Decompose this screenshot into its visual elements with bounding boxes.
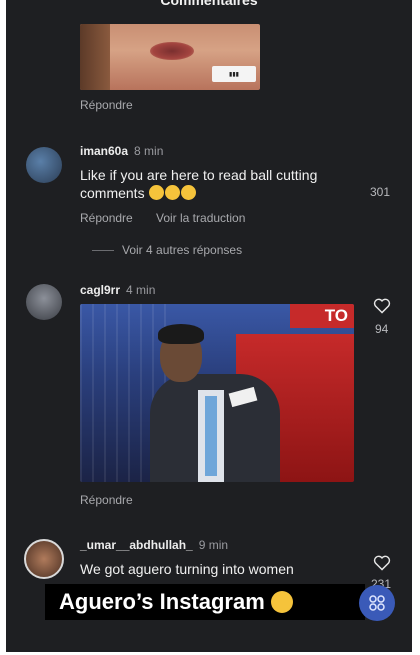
avatar[interactable] [24, 539, 64, 579]
media-lips [150, 42, 194, 60]
person-hair [158, 324, 204, 344]
comment-username[interactable]: iman60a 8 min [80, 144, 163, 158]
sheet-title: Commentaires [160, 0, 258, 8]
person-tie [205, 396, 217, 476]
reply-button[interactable]: Répondre [80, 211, 133, 225]
comment-time: 8 min [134, 144, 164, 158]
comment-media-gif[interactable]: TO [80, 304, 354, 482]
avatar[interactable] [26, 284, 62, 320]
media-watermark-logo: ▮▮▮ [212, 66, 256, 82]
grid-menu-button[interactable] [359, 585, 395, 621]
tv-logo: TO [290, 304, 354, 328]
avatar[interactable] [26, 147, 62, 183]
media-hair [80, 24, 110, 90]
comment-text-body: Like if you are here to read ball cuttin… [80, 167, 318, 201]
heart-icon[interactable] [373, 555, 391, 571]
comment-media-image[interactable]: ▮▮▮ [80, 24, 260, 90]
comment-username[interactable]: cagl9rr 4 min [80, 283, 155, 297]
comment-text: Like if you are here to read ball cuttin… [80, 166, 360, 202]
username-text: _umar__abdhullah_ [80, 538, 193, 552]
username-text: iman60a [80, 144, 129, 158]
comment-text: We got aguero turning into women [80, 561, 294, 577]
comment-time: 4 min [126, 283, 156, 297]
username-text: cagl9rr [80, 283, 121, 297]
like-count: 94 [375, 322, 389, 336]
reply-button[interactable]: Répondre [80, 98, 133, 112]
comment-username[interactable]: _umar__abdhullah_ 9 min [80, 538, 228, 552]
heart-icon[interactable] [373, 298, 391, 314]
see-translation-link[interactable]: Voir la traduction [156, 211, 245, 225]
comment-time: 9 min [198, 538, 229, 552]
video-caption-overlay: Aguero’s Instagram [45, 584, 365, 620]
grid-icon [369, 595, 385, 611]
reply-button[interactable]: Répondre [80, 493, 133, 507]
emoji-icon [165, 185, 181, 200]
like-count: 301 [370, 185, 391, 199]
bottom-area [6, 625, 412, 652]
comments-sheet: Commentaires ▮▮▮ Répondre iman60a 8 min L… [6, 0, 412, 652]
caption-text: Aguero’s Instagram [59, 589, 265, 614]
emoji-icon [149, 185, 165, 200]
crying-emoji-icon [270, 591, 293, 613]
emoji-icon [181, 185, 197, 200]
view-more-replies[interactable]: Voir 4 autres réponses [92, 243, 242, 257]
